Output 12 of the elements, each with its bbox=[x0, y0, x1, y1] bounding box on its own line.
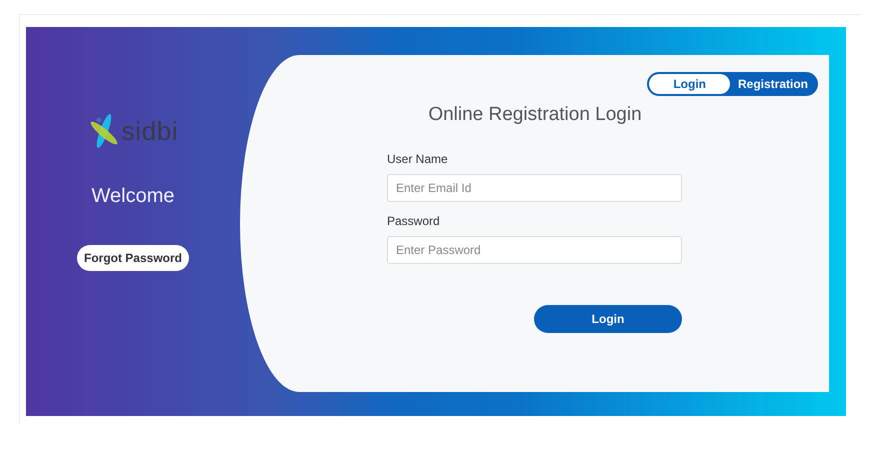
welcome-text: Welcome bbox=[92, 184, 174, 209]
login-button[interactable]: Login bbox=[534, 304, 682, 332]
logo-icon bbox=[88, 113, 120, 149]
logo-text: sidbi bbox=[122, 118, 178, 144]
forgot-password-button[interactable]: Forgot Password bbox=[76, 245, 189, 271]
field-label: User Name bbox=[387, 150, 449, 168]
input-field[interactable]: Enter Email Id bbox=[387, 174, 682, 202]
input-field[interactable]: Enter Password bbox=[387, 236, 682, 264]
toggle-tab[interactable]: Login bbox=[649, 74, 730, 94]
form-title: Online Registration Login bbox=[427, 103, 643, 127]
toggle-tab[interactable]: Registration bbox=[730, 74, 816, 94]
field-label: Password bbox=[387, 212, 441, 230]
